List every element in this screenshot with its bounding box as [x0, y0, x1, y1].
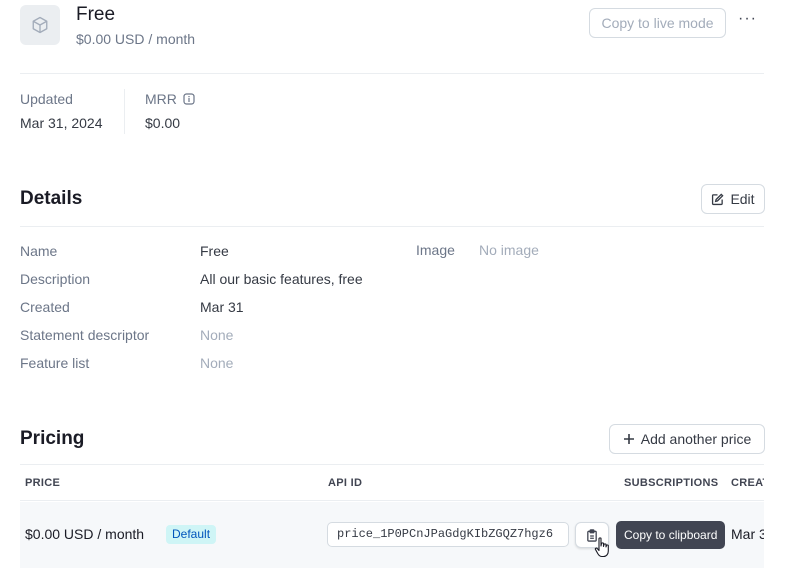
- image-label: Image: [416, 242, 455, 258]
- column-header-subscriptions: SUBSCRIPTIONS: [624, 477, 719, 489]
- edit-icon: [712, 192, 724, 205]
- edit-details-button[interactable]: Edit: [701, 184, 765, 214]
- more-options-button[interactable]: ···: [738, 10, 758, 38]
- name-label: Name: [20, 243, 58, 259]
- name-value: Free: [200, 243, 229, 259]
- updated-value: Mar 31, 2024: [20, 115, 103, 131]
- product-image-placeholder: [20, 5, 60, 45]
- table-header-divider: [20, 500, 764, 501]
- row-price: $0.00 USD / month: [25, 526, 145, 542]
- description-label: Description: [20, 271, 91, 287]
- stats-divider: [124, 89, 125, 134]
- mrr-label-group: MRR: [145, 91, 195, 107]
- column-header-created: CREATED: [731, 477, 764, 489]
- hand-cursor-icon: [594, 537, 609, 558]
- product-price-summary: $0.00 USD / month: [76, 31, 196, 47]
- details-heading: Details: [20, 188, 83, 209]
- pricing-heading: Pricing: [20, 428, 85, 449]
- header-divider: [20, 73, 764, 74]
- mrr-label: MRR: [145, 91, 177, 107]
- edit-label: Edit: [730, 191, 755, 207]
- created-value: Mar 31: [200, 299, 244, 315]
- row-created: Mar 31: [731, 526, 764, 542]
- cube-icon: [32, 16, 48, 34]
- mrr-value: $0.00: [145, 115, 181, 131]
- statement-descriptor-label: Statement descriptor: [20, 327, 150, 343]
- description-value: All our basic features, free: [200, 271, 363, 287]
- add-another-price-button[interactable]: Add another price: [609, 424, 765, 454]
- plus-icon: [623, 434, 634, 444]
- default-badge: Default: [166, 525, 217, 544]
- api-id-field[interactable]: price_1P0PCnJPaGdgKIbZGQZ7hgz6: [327, 522, 569, 547]
- statement-descriptor-value: None: [200, 327, 234, 343]
- info-icon[interactable]: [183, 93, 195, 105]
- image-value: No image: [479, 242, 539, 258]
- created-label: Created: [20, 299, 70, 315]
- column-header-api-id: API ID: [328, 477, 363, 489]
- copy-tooltip: Copy to clipboard: [616, 521, 726, 549]
- feature-list-label: Feature list: [20, 355, 90, 371]
- details-divider: [20, 226, 764, 227]
- feature-list-value: None: [200, 355, 234, 371]
- add-price-label: Add another price: [640, 431, 752, 447]
- product-title: Free: [76, 4, 116, 25]
- pricing-divider: [20, 464, 764, 465]
- copy-to-live-mode-button[interactable]: Copy to live mode: [589, 8, 726, 38]
- column-header-price: PRICE: [25, 477, 61, 489]
- ellipsis-icon: ···: [738, 10, 757, 27]
- updated-label: Updated: [20, 91, 73, 107]
